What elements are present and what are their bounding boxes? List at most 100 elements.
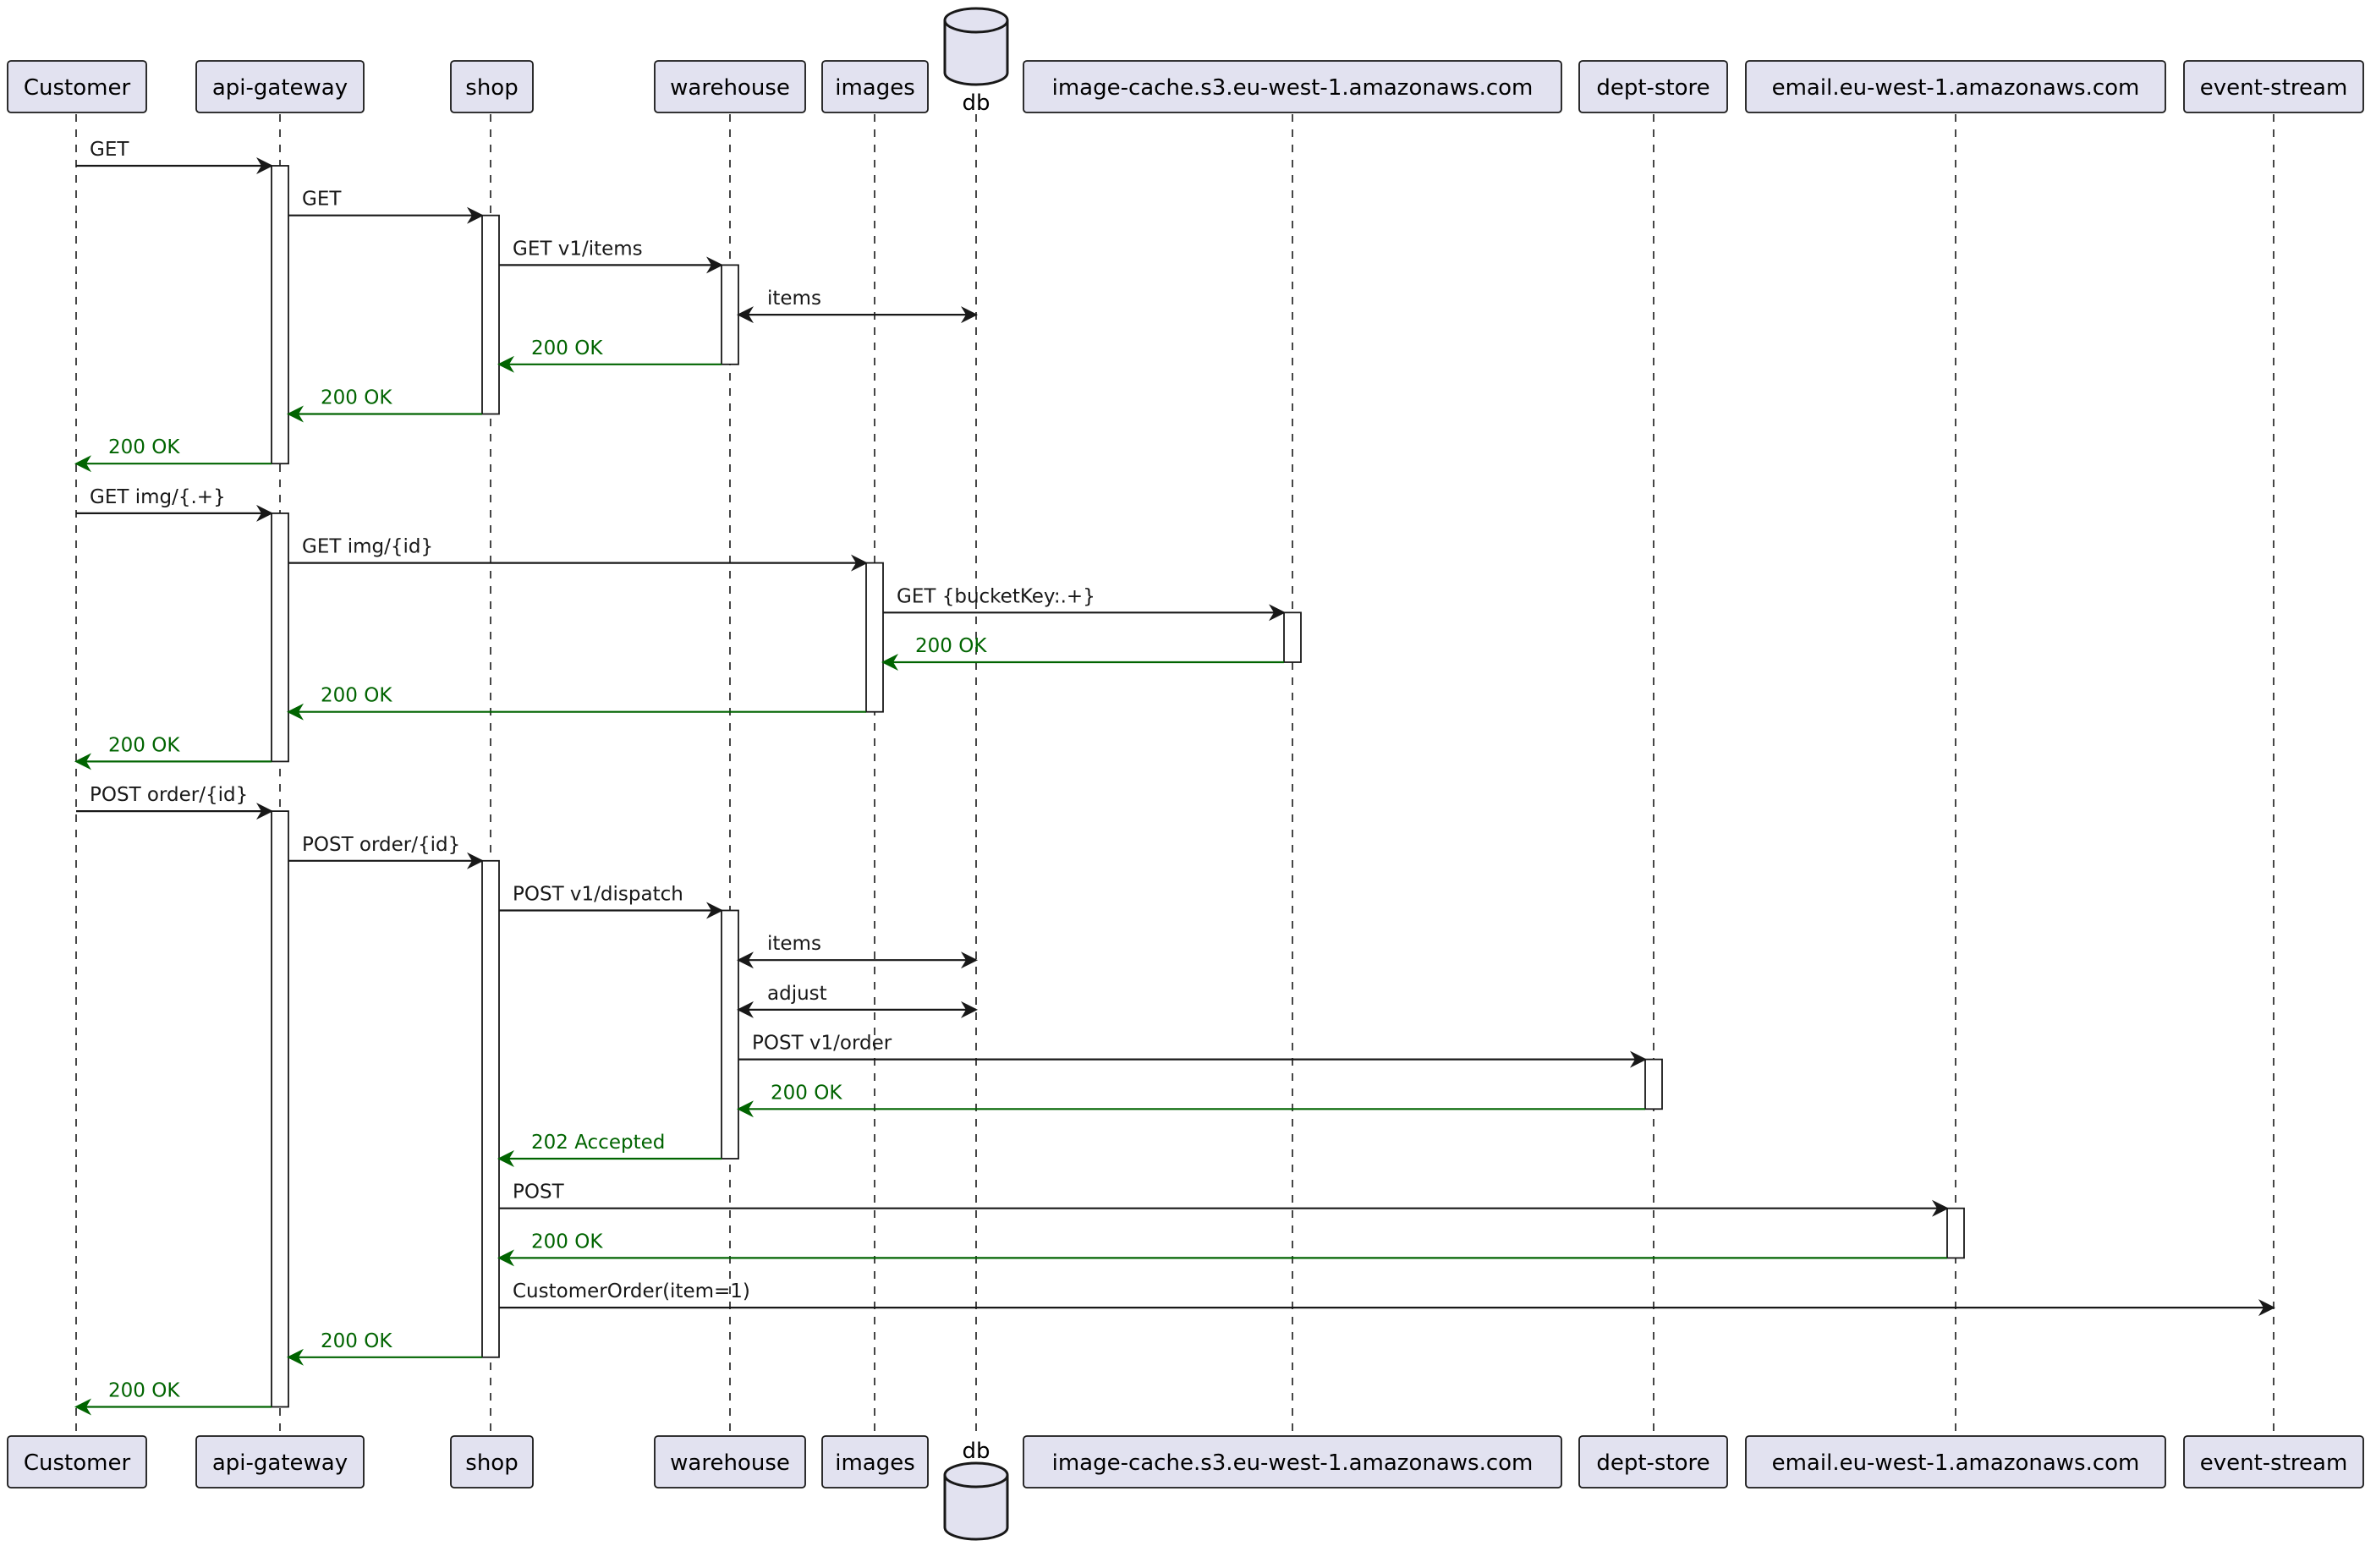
message-bidirectional: items [737,933,978,969]
participant-shop-top[interactable]: shop [450,60,534,113]
message-label: POST v1/order [752,1033,892,1055]
participant-email-bottom[interactable]: email.eu-west-1.amazonaws.com [1745,1435,2166,1489]
message-request: CustomerOrder(item=1) [499,1280,2275,1317]
database-icon [943,1461,1009,1541]
message-label: 200 OK [531,1231,603,1253]
message-label: POST order/{id} [90,784,248,806]
participant-label: api-gateway [212,75,348,101]
message-reply: 200 OK [287,387,482,423]
message-label: POST v1/dispatch [513,884,683,906]
activation-bar-api-gateway [271,165,289,465]
message-label: items [767,288,821,310]
participant-event-stream-bottom[interactable]: event-stream [2183,1435,2364,1489]
participant-label: db [962,90,990,116]
message-label: GET img/{.+} [90,486,226,508]
participant-label: image-cache.s3.eu-west-1.amazonaws.com [1052,1450,1534,1476]
message-request: GET img/{id} [288,536,868,572]
participant-image-cache-bottom[interactable]: image-cache.s3.eu-west-1.amazonaws.com [1023,1435,1562,1489]
activation-bar-warehouse [721,264,739,365]
participant-api-gateway-bottom[interactable]: api-gateway [195,1435,365,1489]
message-request: GET [76,139,273,174]
messages: GET GET GET v1/items items 200 OK 200 OK 200 O… [74,139,2275,1416]
message-label: 200 OK [321,387,392,409]
message-reply: 200 OK [74,1380,272,1416]
activation-bar-api-gateway [271,513,289,763]
participant-images-bottom[interactable]: images [821,1435,929,1489]
activation-bar-images [865,562,884,713]
participant-image-cache-top[interactable]: image-cache.s3.eu-west-1.amazonaws.com [1023,60,1562,113]
participant-warehouse-bottom[interactable]: warehouse [654,1435,806,1489]
participant-label: shop [465,1450,518,1476]
participant-db-top[interactable]: db [943,7,1009,116]
message-reply: 200 OK [74,436,272,473]
participant-label: event-stream [2200,1450,2348,1476]
message-reply: 202 Accepted [497,1132,722,1167]
participant-label: db [962,1439,990,1464]
message-label: GET img/{id} [302,536,433,558]
participant-label: api-gateway [212,1450,348,1476]
message-request: POST v1/order [738,1033,1647,1068]
participant-warehouse-top[interactable]: warehouse [654,60,806,113]
message-label: 200 OK [915,635,987,657]
participant-label: shop [465,75,518,101]
participant-label: images [835,1450,915,1476]
message-label: 200 OK [108,1380,180,1402]
activation-bar-dept-store [1644,1058,1663,1110]
lifelines [75,114,2274,1436]
message-label: 200 OK [531,337,603,359]
activation-bar-shop [481,859,500,1358]
participant-db-bottom[interactable]: db [943,1439,1009,1541]
participant-label: warehouse [670,75,790,101]
message-request: GET v1/items [499,238,723,274]
participant-label: Customer [24,1450,131,1476]
message-request: GET [288,189,484,224]
participant-event-stream-top[interactable]: event-stream [2183,60,2364,113]
message-bidirectional: adjust [737,983,978,1018]
message-reply: 200 OK [74,734,272,770]
message-label: POST [513,1181,565,1203]
participant-api-gateway-top[interactable]: api-gateway [195,60,365,113]
message-request: GET img/{.+} [76,486,273,522]
participant-label: dept-store [1596,1450,1709,1476]
message-label: 202 Accepted [531,1132,665,1154]
participant-shop-bottom[interactable]: shop [450,1435,534,1489]
participant-label: image-cache.s3.eu-west-1.amazonaws.com [1052,75,1534,101]
participant-label: email.eu-west-1.amazonaws.com [1772,1450,2140,1476]
activation-bar-api-gateway [271,810,289,1408]
participant-label: Customer [24,75,131,101]
message-label: items [767,933,821,955]
participant-dept-store-top[interactable]: dept-store [1578,60,1728,113]
message-request: POST order/{id} [76,784,273,820]
participant-images-top[interactable]: images [821,60,929,113]
participant-customer-bottom[interactable]: Customer [7,1435,147,1489]
participant-label: email.eu-west-1.amazonaws.com [1772,75,2140,101]
participant-headers-bottom: Customer api-gateway shop warehouse images db… [7,1435,2364,1541]
database-icon [943,7,1009,86]
participant-label: warehouse [670,1450,790,1476]
database-cylinder-body [943,7,1009,86]
message-label: adjust [767,983,827,1005]
message-request: POST v1/dispatch [499,884,723,919]
database-cylinder-body [943,1461,1009,1541]
participant-email-top[interactable]: email.eu-west-1.amazonaws.com [1745,60,2166,113]
sequence-diagram: GET GET GET v1/items items 200 OK 200 OK 200 O… [7,7,2364,1541]
participant-dept-store-bottom[interactable]: dept-store [1578,1435,1728,1489]
message-label: 200 OK [108,436,180,458]
message-reply: 200 OK [287,685,866,721]
message-label: 200 OK [108,734,180,756]
message-label: GET [90,139,129,161]
message-label: 200 OK [321,1330,392,1352]
activation-bars [271,165,1965,1408]
activation-bar-email [1946,1207,1965,1259]
message-label: POST order/{id} [302,834,460,856]
message-request: POST order/{id} [288,834,484,869]
message-bidirectional: items [737,288,978,324]
message-reply: 200 OK [497,337,722,373]
activation-bar-image-cache [1283,611,1302,663]
participant-headers-top: Customer api-gateway shop warehouse images db… [7,7,2364,116]
activation-bar-warehouse [721,909,739,1160]
participant-customer-top[interactable]: Customer [7,60,147,113]
message-label: GET v1/items [513,238,643,260]
message-label: GET {bucketKey:.+} [897,585,1095,607]
message-reply: 200 OK [287,1330,482,1366]
